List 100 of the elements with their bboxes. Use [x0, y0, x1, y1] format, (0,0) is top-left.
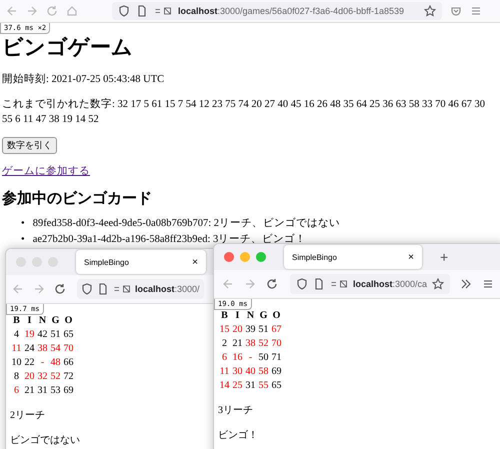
bingo-number: 25 — [232, 379, 244, 393]
bingo-number: 21 — [24, 384, 36, 398]
bingo-number: - — [40, 356, 46, 370]
star-icon[interactable] — [432, 278, 444, 290]
window-controls-icon[interactable] — [224, 252, 266, 262]
bingo-number: 58 — [258, 365, 270, 379]
bingo-number: 6 — [221, 351, 228, 365]
page-icon — [136, 5, 148, 17]
reload-icon[interactable] — [54, 283, 66, 295]
menu-icon[interactable] — [470, 5, 482, 17]
chevrons-icon[interactable] — [460, 278, 472, 290]
bullet: • — [21, 217, 25, 231]
bingo-number: 72 — [62, 370, 74, 384]
bingo-number: 69 — [62, 384, 74, 398]
pocket-icon[interactable] — [450, 5, 462, 17]
column-header: B — [220, 309, 229, 323]
column-header: G — [258, 309, 268, 323]
bingo-status: ビンゴ！ — [218, 429, 258, 443]
bingo-number: 65 — [270, 379, 282, 393]
address-bar[interactable]: localhost:3000/ — [77, 279, 204, 299]
page-icon — [313, 278, 325, 290]
cards-heading: 参加中のビンゴカード — [2, 189, 153, 208]
page-title: ビンゴゲーム — [2, 34, 133, 60]
back-icon[interactable] — [6, 5, 18, 17]
card-list-item: ae27b2b0-39a1-4d2b-a196-58a8ff23b9ed: 3リーチ、ビンゴ！ — [32, 232, 306, 247]
column-header: O — [272, 309, 282, 323]
bingo-number: 40 — [244, 365, 256, 379]
bingo-number: 51 — [258, 323, 270, 337]
column-header: B — [12, 314, 21, 328]
shield-icon — [296, 278, 308, 290]
bingo-number: 11 — [10, 342, 22, 356]
bingo-number: 14 — [218, 379, 230, 393]
home-icon[interactable] — [66, 5, 78, 17]
forward-icon[interactable] — [244, 278, 256, 290]
star-icon[interactable] — [424, 5, 436, 17]
permissions-icon[interactable] — [154, 5, 172, 17]
browser-tab[interactable]: SimpleBingo × — [284, 245, 422, 269]
bingo-number: 20 — [24, 370, 36, 384]
bingo-number: 8 — [13, 370, 20, 384]
column-header: O — [64, 314, 74, 328]
bingo-number: 55 — [258, 379, 270, 393]
column-header: N — [246, 309, 256, 323]
url-text: localhost:3000/games/56a0f027-f3a6-4d06-bbff-1a8539 — [178, 6, 404, 16]
draw-number-button[interactable]: 数字を引く — [2, 137, 57, 154]
bingo-number: 50 — [258, 351, 270, 365]
bingo-number: 52 — [50, 370, 62, 384]
bingo-number: 32 — [36, 370, 48, 384]
column-header: I — [26, 314, 32, 328]
url-text: localhost:3000/ca — [353, 279, 428, 289]
bingo-number: 38 — [244, 337, 256, 351]
column-header: G — [50, 314, 60, 328]
browser-tab[interactable]: SimpleBingo × — [76, 250, 206, 274]
start-time: 開始時刻: 2021-07-25 05:43:48 UTC — [2, 72, 166, 87]
forward-icon[interactable] — [33, 283, 45, 295]
bingo-number: 15 — [218, 323, 230, 337]
reload-icon[interactable] — [266, 278, 278, 290]
bingo-number: 69 — [270, 365, 282, 379]
bingo-number: 48 — [50, 356, 62, 370]
bingo-number: - — [248, 351, 254, 365]
bingo-number: 54 — [50, 342, 62, 356]
bingo-number: 31 — [36, 384, 48, 398]
bingo-number: 16 — [232, 351, 244, 365]
bingo-number: 19 — [24, 328, 36, 342]
bingo-number: 70 — [62, 342, 74, 356]
bingo-number: 51 — [50, 328, 62, 342]
bullet: • — [21, 233, 25, 247]
bingo-status: ビンゴではない — [10, 434, 80, 448]
join-game-link[interactable]: ゲームに参加する — [2, 166, 90, 177]
bingo-number: 52 — [258, 337, 270, 351]
bingo-number: 20 — [232, 323, 244, 337]
url-text: localhost:3000/ — [135, 284, 200, 294]
bingo-number: 42 — [36, 328, 48, 342]
bingo-number: 39 — [244, 323, 256, 337]
drawn-numbers: これまで引かれた数字: 32 17 5 61 15 7 54 12 23 75 74 20 27 40 45 16 26 48 35 64 25 36 63 58 33 70 46 67 30 55 6 11 47 38 19 14 52 — [2, 97, 486, 127]
shield-icon — [118, 5, 130, 17]
forward-icon[interactable] — [26, 5, 38, 17]
bingo-number: 65 — [62, 328, 74, 342]
page-icon — [97, 283, 109, 295]
menu-icon[interactable] — [482, 278, 494, 290]
bingo-number: 66 — [62, 356, 74, 370]
column-header: N — [38, 314, 48, 328]
reach-count: 3リーチ — [218, 404, 253, 418]
bingo-number: 22 — [24, 356, 36, 370]
bingo-number: 24 — [24, 342, 36, 356]
bingo-number: 71 — [270, 351, 282, 365]
back-icon[interactable] — [222, 278, 234, 290]
bingo-number: 4 — [13, 328, 20, 342]
new-tab-button[interactable]: + — [440, 249, 448, 265]
permissions-icon[interactable] — [113, 283, 131, 295]
card-list-item: 89fed358-d0f3-4eed-9de5-0a08b769b707: 2リーチ、ビンゴではない — [32, 216, 340, 231]
permissions-icon[interactable] — [330, 278, 348, 290]
reach-count: 2リーチ — [10, 409, 45, 423]
bingo-number: 11 — [218, 365, 230, 379]
shield-icon — [81, 283, 93, 295]
bingo-number: 53 — [50, 384, 62, 398]
back-icon[interactable] — [12, 283, 24, 295]
bingo-number: 2 — [221, 337, 228, 351]
address-bar[interactable]: localhost:3000/games/56a0f027-f3a6-4d06-bbff-1a8539 — [112, 2, 442, 20]
address-bar[interactable]: localhost:3000/ca — [290, 274, 450, 294]
bingo-number: 21 — [232, 337, 244, 351]
